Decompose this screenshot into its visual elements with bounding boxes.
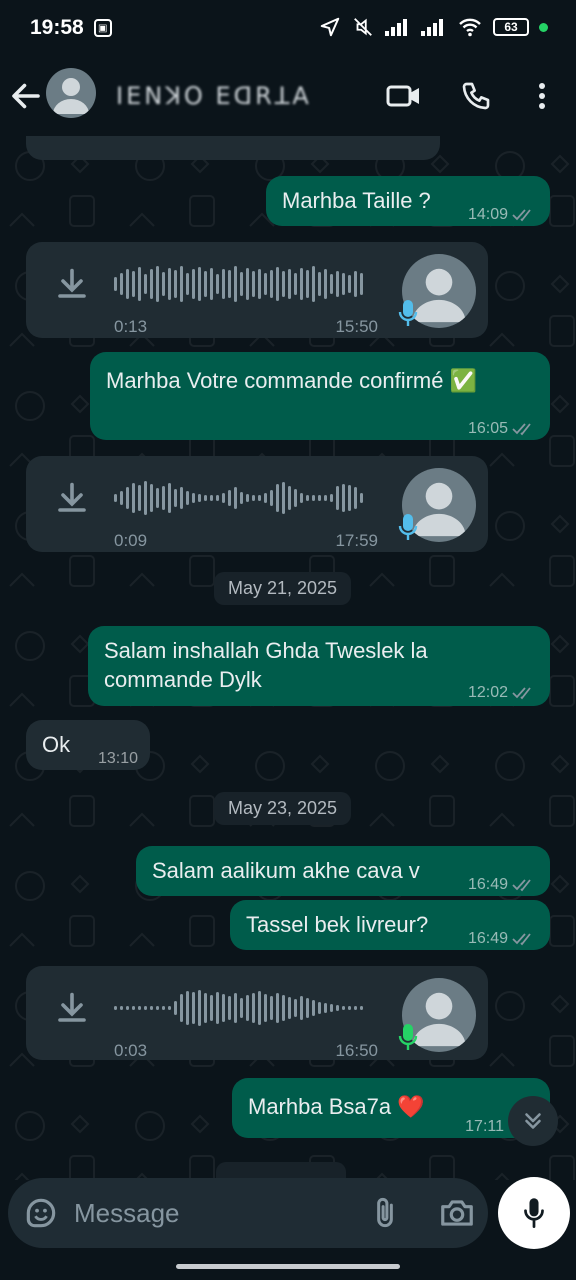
back-arrow-icon <box>12 83 40 109</box>
mic-unplayed-icon <box>398 1024 418 1050</box>
message-bubble-outgoing[interactable]: Marhba Votre commande confirmé ✅ 16:05 <box>90 352 550 440</box>
contact-avatar[interactable] <box>46 68 96 118</box>
voice-duration: 0:03 <box>114 1041 148 1060</box>
previous-message-bubble[interactable] <box>26 136 440 160</box>
message-text: Marhba Votre commande confirmé ✅ <box>106 368 477 393</box>
back-button[interactable] <box>8 78 44 114</box>
double-check-icon <box>512 208 531 221</box>
contact-name[interactable]: ꓲꓰꓠꓘꓳ ꓰꓷꓣꓕꓮ <box>116 82 312 111</box>
message-text: Ok <box>42 732 71 757</box>
download-button[interactable] <box>54 990 90 1026</box>
message-meta: 14:09 <box>468 200 536 229</box>
message-meta: 16:49 <box>468 924 536 953</box>
voice-call-button[interactable] <box>456 76 496 116</box>
video-call-button[interactable] <box>384 76 424 116</box>
voice-waveform[interactable] <box>114 988 363 1028</box>
default-avatar-icon <box>53 78 89 114</box>
mic-played-icon <box>398 300 418 326</box>
download-button[interactable] <box>54 480 90 516</box>
message-meta: 16:49 <box>468 870 536 899</box>
message-text-line-2: commande Dylk <box>104 667 262 692</box>
message-bubble-outgoing[interactable]: Salam inshallah Ghda Tweslek la commande… <box>88 626 550 706</box>
attach-button[interactable] <box>366 1194 404 1232</box>
voice-message-bubble[interactable]: 0:09 17:59 <box>26 456 488 552</box>
message-meta: 17:11 <box>465 1112 504 1141</box>
wifi-icon <box>459 18 481 37</box>
date-separator: May 23, 2025 <box>214 792 352 825</box>
message-meta: 16:05 <box>468 414 536 443</box>
message-time: 14:09 <box>467 206 508 223</box>
attach-icon <box>377 1197 393 1228</box>
message-time: 16:49 <box>467 876 508 893</box>
camera-icon <box>441 1200 473 1226</box>
status-icons: 63 <box>319 16 548 38</box>
date-separator: May 21, 2025 <box>214 572 352 605</box>
message-bubble-outgoing[interactable]: Marhba Taille ? 14:09 <box>266 176 550 226</box>
message-text: Tassel bek livreur? <box>246 912 429 937</box>
signal-icon-1 <box>385 19 407 36</box>
message-bubble-outgoing[interactable]: Marhba Bsa7a ❤️ 17:11 <box>232 1078 550 1138</box>
gesture-nav-bar[interactable] <box>176 1264 400 1269</box>
more-options-button[interactable] <box>522 76 562 116</box>
voice-message-bubble[interactable]: 0:03 16:50 <box>26 966 488 1060</box>
double-check-icon <box>512 422 531 435</box>
download-icon <box>58 268 86 298</box>
message-composer <box>8 1178 488 1248</box>
message-meta: 13:10 <box>98 744 138 773</box>
phone-call-icon <box>462 82 490 110</box>
status-bar: 19:58 ▣ 63 <box>0 0 576 56</box>
message-bubble-incoming[interactable]: Ok 13:10 <box>26 720 150 770</box>
message-time: 13:10 <box>97 750 138 767</box>
privacy-dot <box>539 22 548 32</box>
message-time: 16:50 <box>335 1041 378 1060</box>
sticker-icon <box>26 1198 56 1228</box>
scroll-to-bottom-button[interactable] <box>508 1096 558 1146</box>
voice-record-button[interactable] <box>498 1177 570 1249</box>
camera-button[interactable] <box>438 1194 476 1232</box>
double-check-icon <box>512 932 531 945</box>
message-time: 16:05 <box>467 420 508 437</box>
double-check-icon <box>512 878 531 891</box>
screenshot-notification-icon: ▣ <box>93 19 112 37</box>
video-call-icon <box>386 85 419 107</box>
chat-header: ꓲꓰꓠꓘꓳ ꓰꓷꓣꓕꓮ <box>0 56 576 136</box>
message-input[interactable] <box>74 1196 354 1230</box>
chat-area[interactable]: Marhba Taille ? 14:09 0:13 15:50 Marhba … <box>0 136 576 1180</box>
message-meta: 12:02 <box>468 678 536 707</box>
sticker-button[interactable] <box>22 1194 60 1232</box>
double-check-icon <box>512 686 531 699</box>
mute-icon <box>354 18 372 36</box>
voice-duration: 0:09 <box>114 531 148 550</box>
voice-waveform[interactable] <box>114 264 363 304</box>
message-text: Marhba Bsa7a ❤️ <box>248 1094 425 1119</box>
message-time: 12:02 <box>467 684 508 701</box>
message-bubble-outgoing[interactable]: Tassel bek livreur? 16:49 <box>230 900 550 950</box>
status-time: 19:58 <box>30 16 84 39</box>
voice-duration: 0:13 <box>114 317 148 336</box>
message-time: 15:50 <box>335 317 378 336</box>
voice-waveform[interactable] <box>114 478 363 518</box>
voice-message-bubble[interactable]: 0:13 15:50 <box>26 242 488 338</box>
message-bubble-outgoing[interactable]: Salam aalikum akhe cava v 16:49 <box>136 846 550 896</box>
message-text-line-1: Salam inshallah Ghda Tweslek la <box>104 638 428 663</box>
double-chevron-down-icon <box>525 1113 541 1129</box>
download-button[interactable] <box>54 266 90 302</box>
battery-indicator: 63 <box>493 18 529 36</box>
more-vert-icon <box>539 83 545 109</box>
message-text: Salam aalikum akhe cava v <box>152 858 420 883</box>
location-icon <box>320 17 340 37</box>
message-time: 17:11 <box>465 1118 504 1135</box>
download-icon <box>58 482 86 512</box>
message-time: 17:59 <box>335 531 378 550</box>
mic-icon <box>524 1198 544 1228</box>
mic-played-icon <box>398 514 418 540</box>
download-icon <box>58 992 86 1022</box>
message-time: 16:49 <box>467 930 508 947</box>
signal-icon-2 <box>421 19 443 36</box>
message-text: Marhba Taille ? <box>282 188 431 213</box>
